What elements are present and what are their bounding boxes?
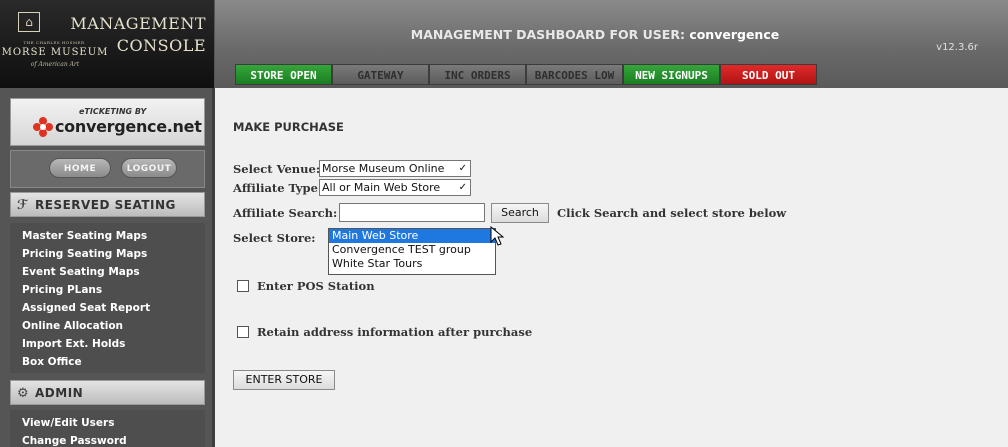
affiliate-type-label: Affiliate Type: [233,181,323,195]
chevron-down-icon: ✓ [458,182,467,193]
affiliate-search-input[interactable] [339,203,485,222]
brand-ticketing-text: eTICKETING BY [79,107,147,116]
reserved-seating-title: RESERVED SEATING [35,198,176,212]
convergence-brand: eTICKETING BY convergence.net [10,98,205,146]
sidebar-item-change-password[interactable]: Change Password [10,432,205,447]
venue-label: Select Venue: [233,162,321,176]
museum-logo: ⌂ MANAGEMENT CONSOLE THE CHARLES HOSMER … [0,0,215,88]
tab-store-open[interactable]: STORE OPEN [235,64,332,85]
sidebar-item-box-office[interactable]: Box Office [10,353,205,371]
affiliate-search-label: Affiliate Search: [233,206,338,220]
admin-header[interactable]: ⚙ ADMIN [10,380,205,405]
sidebar-item-pricing-plans[interactable]: Pricing PLans [10,281,205,299]
page-title: MAKE PURCHASE [233,120,344,134]
search-hint: Click Search and select store below [557,206,787,220]
seat-icon: ℱ [17,198,28,213]
store-option-main-web-store[interactable]: Main Web Store [329,229,495,243]
store-option-convergence-test-group[interactable]: Convergence TEST group [329,243,495,257]
retain-address-label: Retain address information after purchas… [257,325,533,339]
home-button[interactable]: HOME [49,158,111,178]
logo-american-text: of American Art [30,61,80,68]
venue-select-value: Morse Museum Online [322,162,445,175]
venue-select[interactable]: Morse Museum Online ✓ [319,160,471,177]
main-content: MAKE PURCHASE Select Venue: Morse Museum… [215,88,1008,447]
logo-management-text: MANAGEMENT [70,14,206,33]
admin-title: ADMIN [35,386,84,400]
sidebar-item-online-allocation[interactable]: Online Allocation [10,317,205,335]
pos-station-checkbox[interactable] [237,280,249,292]
logo-charles-text: THE CHARLES HOSMER [23,40,85,45]
affiliate-type-select[interactable]: All or Main Web Store ✓ [319,179,471,196]
admin-menu: View/Edit Users Change Password [10,410,205,447]
sidebar-item-assigned-seat-report[interactable]: Assigned Seat Report [10,299,205,317]
dashboard-username: convergence [689,27,780,42]
store-listbox[interactable]: Main Web Store Convergence TEST group Wh… [328,228,496,275]
reserved-seating-header[interactable]: ℱ RESERVED SEATING [10,192,205,217]
sidebar-item-pricing-seating-maps[interactable]: Pricing Seating Maps [10,245,205,263]
version-label: v12.3.6r [936,42,978,53]
logo-morse-text: MORSE MUSEUM [1,47,109,58]
dashboard-title: MANAGEMENT DASHBOARD FOR USER: convergen… [215,27,975,42]
status-tabs: STORE OPEN GATEWAY INC ORDERS BARCODES L… [235,64,817,86]
pos-station-label: Enter POS Station [257,279,375,293]
sidebar: eTICKETING BY convergence.net HOME LOGOU… [0,88,215,447]
dashboard-title-prefix: MANAGEMENT DASHBOARD FOR USER: [410,27,685,42]
tab-inc-orders[interactable]: INC ORDERS [429,64,526,85]
auth-bar: HOME LOGOUT [10,150,205,188]
sidebar-item-event-seating-maps[interactable]: Event Seating Maps [10,263,205,281]
retain-address-checkbox[interactable] [237,326,249,338]
affiliate-type-select-value: All or Main Web Store [322,181,441,194]
convergence-flower-icon [33,117,53,137]
building-icon: ⌂ [18,12,40,32]
tab-gateway[interactable]: GATEWAY [332,64,429,85]
dashboard-header: MANAGEMENT DASHBOARD FOR USER: convergen… [215,0,1008,88]
search-button[interactable]: Search [491,203,549,223]
sidebar-item-view-edit-users[interactable]: View/Edit Users [10,414,205,432]
tab-sold-out[interactable]: SOLD OUT [720,64,817,85]
tab-barcodes-low[interactable]: BARCODES LOW [526,64,623,85]
sidebar-item-master-seating-maps[interactable]: Master Seating Maps [10,227,205,245]
store-option-white-star-tours[interactable]: White Star Tours [329,257,495,271]
reserved-seating-menu: Master Seating Maps Pricing Seating Maps… [10,223,205,373]
enter-store-button[interactable]: ENTER STORE [233,370,335,390]
sidebar-item-import-ext-holds[interactable]: Import Ext. Holds [10,335,205,353]
gear-icon: ⚙ [17,386,30,401]
logout-button[interactable]: LOGOUT [121,158,177,178]
mouse-pointer-icon [490,226,505,246]
tab-new-signups[interactable]: NEW SIGNUPS [623,64,720,85]
brand-name-text: convergence.net [55,117,202,136]
chevron-down-icon: ✓ [458,163,467,174]
select-store-label: Select Store: [233,231,316,245]
